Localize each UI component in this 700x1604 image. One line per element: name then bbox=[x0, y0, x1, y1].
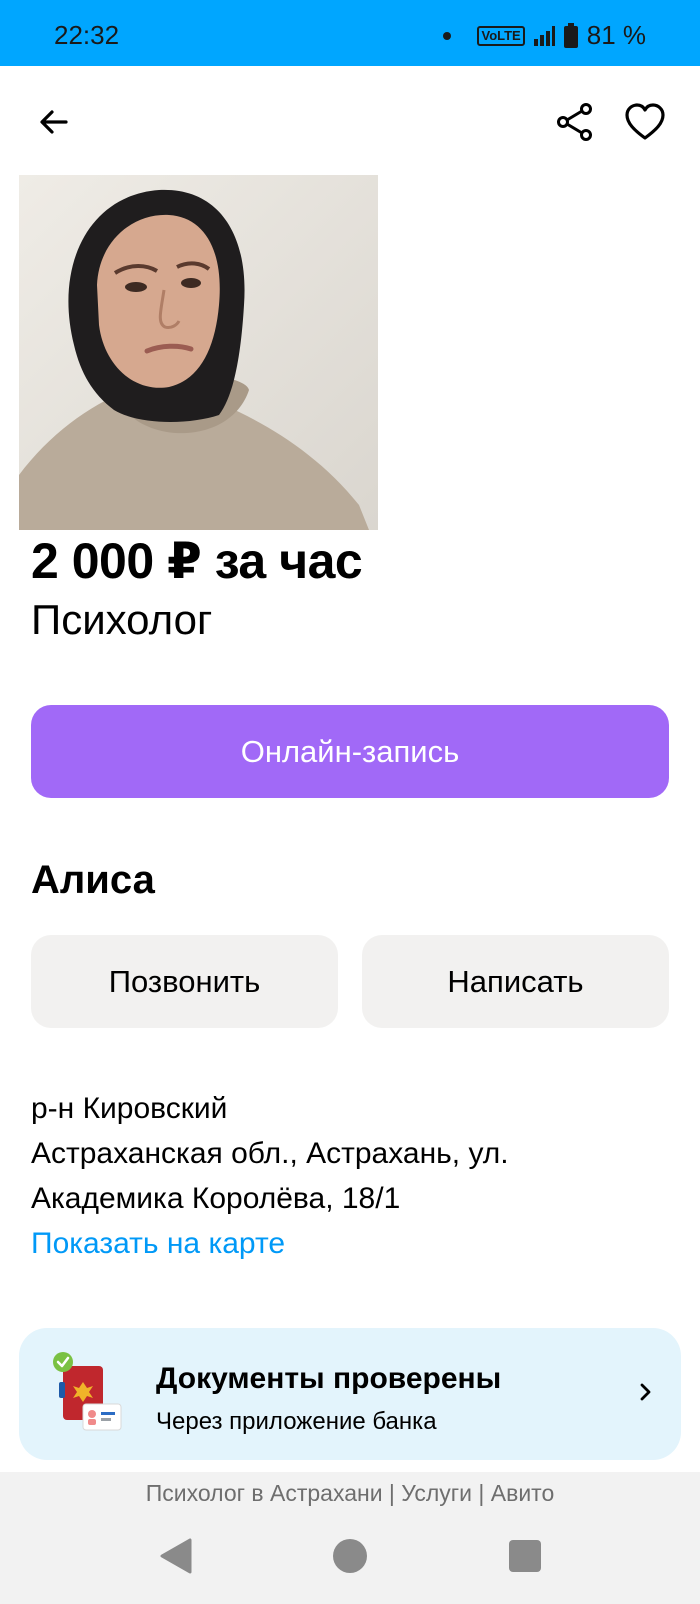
status-indicators: VoLTE 81 % bbox=[443, 20, 646, 51]
verify-title: Документы проверены bbox=[156, 1362, 502, 1395]
nav-back-icon[interactable] bbox=[156, 1536, 196, 1576]
arrow-left-icon bbox=[40, 110, 68, 134]
notification-dot-icon bbox=[443, 31, 452, 40]
district: р-н Кировский bbox=[31, 1092, 228, 1125]
listing-photo[interactable] bbox=[19, 175, 378, 530]
show-on-map-link[interactable]: Показать на карте bbox=[31, 1221, 671, 1266]
volte-badge: VoLTE bbox=[477, 25, 525, 46]
favorite-button[interactable] bbox=[619, 96, 671, 148]
back-button[interactable] bbox=[28, 96, 80, 148]
verify-subtitle: Через приложение банка bbox=[156, 1408, 437, 1435]
nav-home-icon[interactable] bbox=[330, 1536, 370, 1576]
heart-icon bbox=[625, 103, 665, 140]
call-button[interactable]: Позвонить bbox=[31, 935, 338, 1028]
portrait-photo bbox=[19, 175, 378, 530]
battery-level: 81 % bbox=[586, 20, 646, 50]
status-bar: 22:32 VoLTE 81 % bbox=[0, 0, 700, 66]
chevron-right-icon bbox=[640, 1383, 651, 1401]
documents-verified-card[interactable]: Документы проверены Через приложение бан… bbox=[19, 1328, 681, 1460]
status-time: 22:32 bbox=[54, 20, 120, 50]
message-button[interactable]: Написать bbox=[362, 935, 669, 1028]
share-icon bbox=[557, 103, 592, 141]
top-bar bbox=[0, 66, 700, 176]
online-booking-button[interactable]: Онлайн-запись bbox=[31, 705, 669, 798]
page-caption: Психолог в Астрахани | Услуги | Авито bbox=[145, 1480, 555, 1506]
listing-title: Психолог bbox=[31, 596, 213, 643]
nav-recents-icon[interactable] bbox=[505, 1536, 545, 1576]
address-line-2: Академика Королёва, 18/1 bbox=[31, 1182, 401, 1215]
address-block: р-н Кировский Астраханская обл., Астраха… bbox=[31, 1086, 671, 1266]
battery-icon bbox=[563, 22, 578, 48]
passport-icon bbox=[49, 1352, 129, 1441]
signal-icon bbox=[533, 25, 555, 46]
share-button[interactable] bbox=[549, 96, 601, 148]
system-navigation-bar: Психолог в Астрахани | Услуги | Авито bbox=[0, 1472, 700, 1604]
seller-name: Алиса bbox=[31, 858, 155, 902]
price: 2 000 ₽ за час bbox=[31, 533, 363, 589]
address-line-1: Астраханская обл., Астрахань, ул. bbox=[31, 1137, 509, 1170]
